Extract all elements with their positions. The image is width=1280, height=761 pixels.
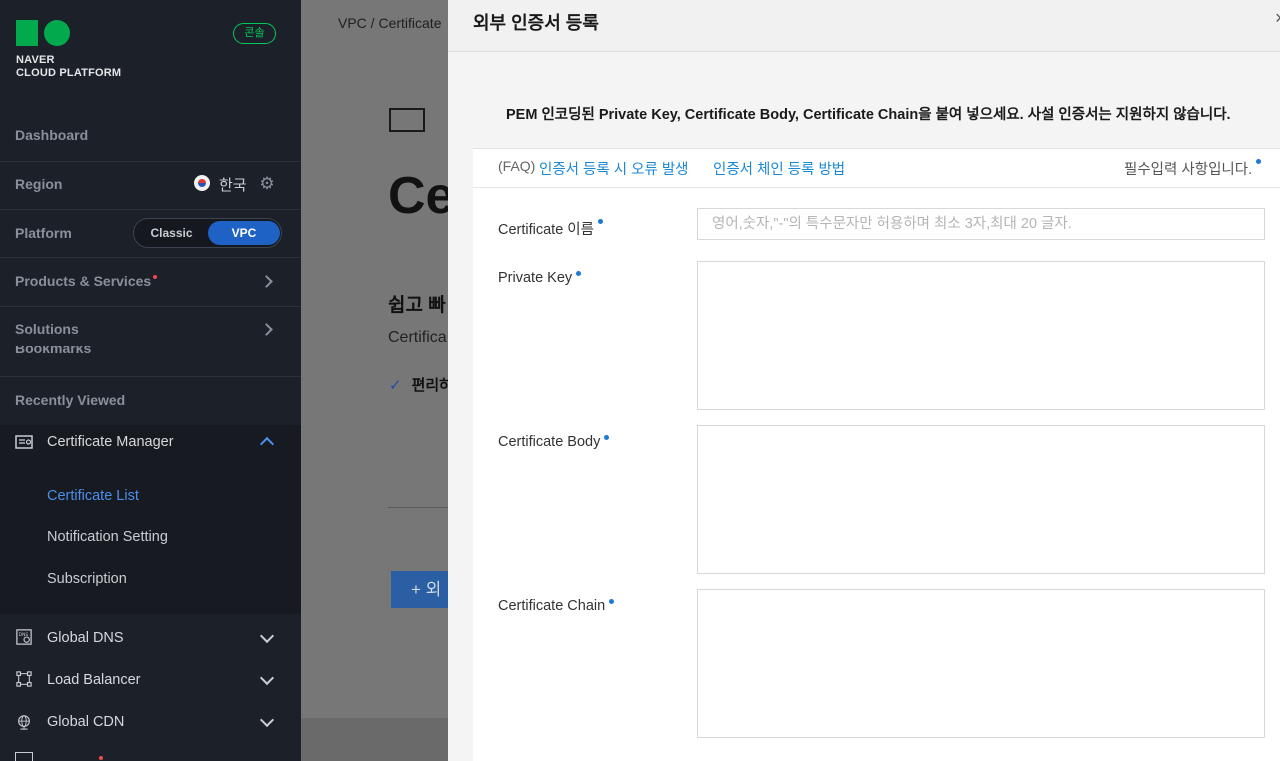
- region-label: Region: [15, 176, 63, 192]
- new-dot-icon: [99, 756, 103, 760]
- new-dot-icon: [153, 275, 158, 279]
- faq-link-registration-error[interactable]: 인증서 등록 시 오류 발생: [539, 158, 689, 179]
- certificate-body-textarea[interactable]: [697, 425, 1265, 574]
- certificate-chain-textarea[interactable]: [697, 589, 1265, 738]
- chevron-down-icon: [259, 628, 275, 644]
- feature-check-item: ✓ 편리하: [389, 377, 453, 394]
- required-dot-icon: [609, 599, 615, 604]
- page-subtitle: 쉽고 빠: [388, 295, 446, 316]
- faq-prefix: (FAQ): [498, 158, 536, 174]
- platform-toggle: Classic VPC: [133, 218, 282, 248]
- breadcrumb: VPC / Certificate: [338, 15, 442, 31]
- close-icon[interactable]: ×: [1275, 8, 1280, 29]
- required-dot-icon: [597, 219, 603, 224]
- register-button-dimmed: + 외: [391, 571, 451, 608]
- menu-certificate-manager[interactable]: Certificate Manager: [0, 425, 301, 459]
- korea-flag-icon: [194, 175, 210, 191]
- pem-notice: PEM 인코딩된 Private Key, Certificate Body, …: [506, 107, 1231, 123]
- chevron-down-icon: [259, 712, 275, 728]
- check-icon: ✓: [389, 377, 402, 394]
- platform-label: Platform: [15, 225, 72, 241]
- certificate-icon: [15, 435, 33, 449]
- private-key-textarea[interactable]: [697, 261, 1265, 410]
- chevron-up-icon: [259, 436, 275, 452]
- certificate-manager-label: Certificate Manager: [47, 434, 174, 450]
- menu-load-balancer[interactable]: Load Balancer: [0, 663, 301, 697]
- required-note: 필수입력 사항입니다.: [1124, 158, 1262, 179]
- bookmarks-peek: Bookmarks: [15, 346, 92, 355]
- sub-notification-setting[interactable]: Notification Setting: [47, 529, 168, 545]
- nav-dashboard[interactable]: Dashboard: [15, 127, 88, 143]
- load-balancer-label: Load Balancer: [47, 672, 141, 688]
- register-external-certificate-modal: 외부 인증서 등록 × PEM 인코딩된 Private Key, Certif…: [448, 0, 1280, 761]
- certificate-name-input[interactable]: [697, 208, 1265, 240]
- global-dns-label: Global DNS: [47, 630, 124, 646]
- sub-certificate-list[interactable]: Certificate List: [47, 488, 139, 504]
- products-label: Products & Services: [15, 273, 152, 289]
- dns-icon: DNS: [16, 629, 32, 645]
- certificate-chain-label: Certificate Chain: [498, 598, 615, 614]
- modal-header: 외부 인증서 등록 ×: [448, 0, 1280, 52]
- logo-text: NAVER CLOUD PLATFORM: [16, 54, 122, 79]
- page-description: Certifica: [388, 329, 447, 346]
- modal-title: 외부 인증서 등록: [473, 13, 599, 33]
- gear-icon[interactable]: ⚙: [258, 175, 276, 193]
- cut-off-menu-icon: [15, 752, 33, 761]
- sidebar: NAVER CLOUD PLATFORM 콘솔 Dashboard Region…: [0, 0, 301, 761]
- certificate-form: (FAQ) 인증서 등록 시 오류 발생 인증서 체인 등록 방법 필수입력 사…: [473, 148, 1280, 761]
- faq-row: (FAQ) 인증서 등록 시 오류 발생 인증서 체인 등록 방법 필수입력 사…: [473, 149, 1280, 188]
- nav-products-services[interactable]: Products & Services: [15, 273, 158, 289]
- recently-viewed-label: Recently Viewed: [15, 392, 126, 408]
- region-value[interactable]: 한국: [219, 174, 247, 195]
- certificate-icon: [389, 108, 425, 132]
- load-balancer-icon: [16, 671, 32, 687]
- certificate-manager-section: Certificate Manager Certificate List Not…: [0, 425, 301, 614]
- certificate-name-label: Certificate 이름: [498, 218, 603, 239]
- faq-link-chain-registration[interactable]: 인증서 체인 등록 방법: [713, 158, 845, 179]
- naver-cloud-logo[interactable]: NAVER CLOUD PLATFORM: [16, 20, 121, 80]
- required-dot-icon: [604, 435, 610, 440]
- certificate-body-label: Certificate Body: [498, 434, 610, 450]
- menu-global-dns[interactable]: DNS Global DNS: [0, 621, 301, 655]
- chevron-down-icon: [259, 670, 275, 686]
- platform-vpc-option[interactable]: VPC: [208, 221, 280, 245]
- platform-classic-option[interactable]: Classic: [134, 219, 209, 247]
- menu-global-cdn[interactable]: Global CDN: [0, 705, 301, 739]
- global-cdn-label: Global CDN: [47, 714, 125, 730]
- divider: [388, 507, 448, 508]
- nav-solutions[interactable]: Solutions: [15, 321, 79, 337]
- sub-subscription[interactable]: Subscription: [47, 571, 127, 587]
- page-title: Ce: [388, 167, 455, 225]
- logo-mark-icon: [16, 20, 121, 46]
- required-dot-icon: [1256, 159, 1262, 164]
- globe-icon: [18, 715, 30, 730]
- private-key-label: Private Key: [498, 270, 582, 286]
- required-dot-icon: [576, 271, 582, 276]
- console-badge[interactable]: 콘솔: [233, 23, 276, 44]
